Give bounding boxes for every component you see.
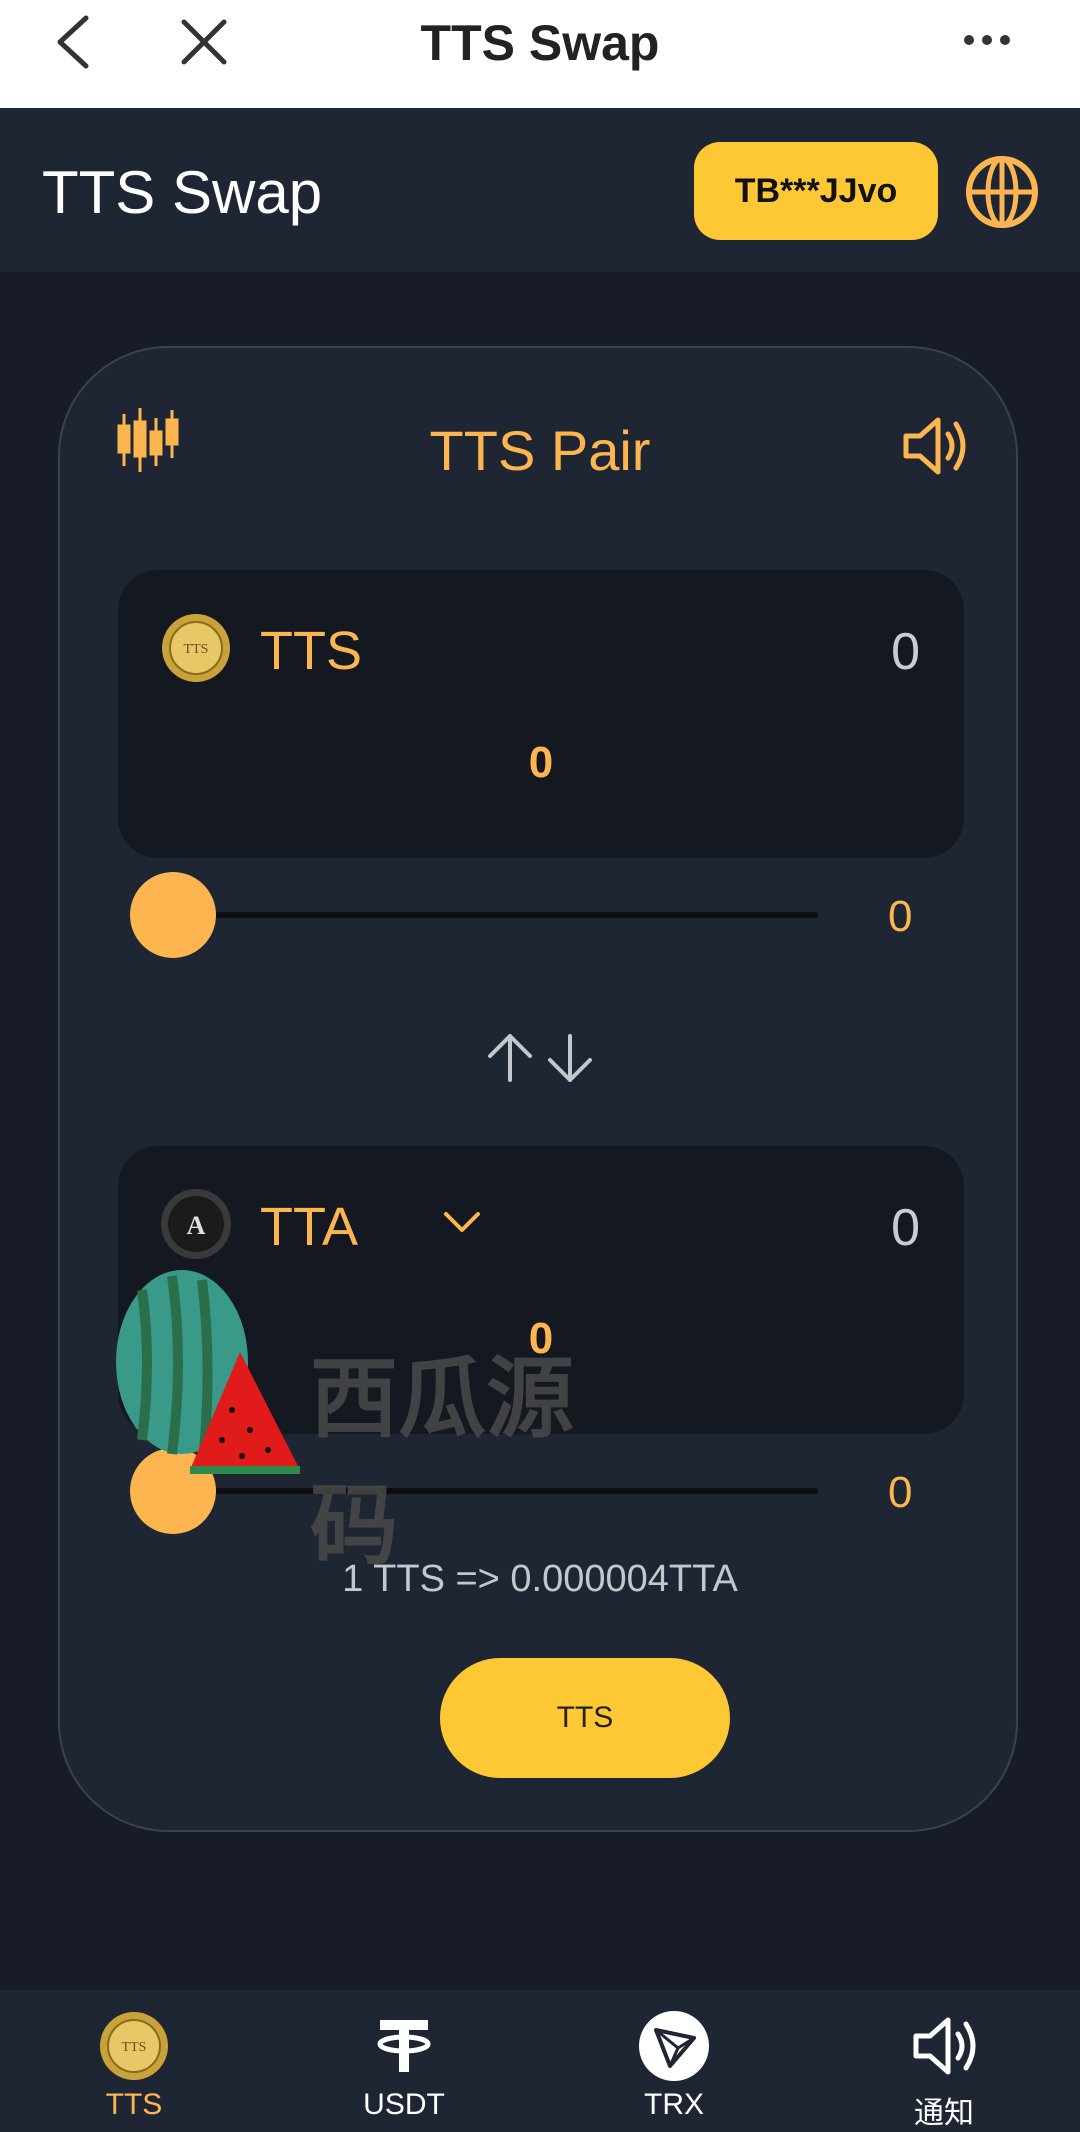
nav-label: USDT	[363, 2088, 445, 2121]
tron-icon	[639, 2011, 709, 2081]
app-brand: TTS Swap	[42, 159, 323, 226]
slider-value: 0	[888, 1468, 913, 1517]
from-token-balance: 0	[891, 623, 920, 681]
nav-label: TRX	[644, 2088, 704, 2121]
pair-title: TTS Pair	[429, 419, 651, 482]
watermelon-logo-icon	[116, 1270, 300, 1474]
swap-direction-icon[interactable]	[484, 1030, 598, 1086]
tts-coin-icon: TTS	[100, 2012, 168, 2080]
swap-card: TTS Pair TTS TTS 0 0 0 A TTA 0 0 0 1 TTS…	[58, 346, 1018, 1832]
more-options-icon[interactable]	[962, 28, 1012, 52]
language-globe-icon[interactable]	[964, 154, 1040, 230]
nav-item-tts[interactable]: TTS TTS	[34, 1990, 234, 2132]
slider-value: 0	[888, 892, 913, 941]
from-token-panel: TTS TTS 0 0	[118, 570, 964, 858]
bottom-nav: TTS TTS USDT TRX 通知	[0, 1990, 1080, 2132]
from-token-amount-input[interactable]: 0	[118, 738, 964, 788]
svg-text:A: A	[187, 1211, 206, 1240]
watermark: 西瓜源码	[72, 1260, 612, 1577]
tether-icon	[377, 2020, 431, 2072]
to-token-name[interactable]: TTA	[260, 1196, 358, 1258]
swap-button[interactable]: TTS	[440, 1658, 730, 1778]
svg-text:TTS: TTS	[184, 642, 209, 657]
browser-topbar: TTS Swap	[0, 0, 1080, 108]
nav-item-usdt[interactable]: USDT	[304, 1990, 504, 2132]
nav-item-trx[interactable]: TRX	[574, 1990, 774, 2132]
chevron-down-icon[interactable]	[442, 1210, 482, 1234]
tta-coin-icon: A	[161, 1189, 231, 1259]
from-token-name: TTS	[260, 621, 362, 681]
nav-item-notifications[interactable]: 通知	[844, 1990, 1044, 2132]
speaker-icon[interactable]	[900, 414, 970, 478]
watermark-text: 西瓜源码	[310, 1347, 575, 1577]
nav-label: 通知	[914, 2097, 974, 2130]
nav-label: TTS	[105, 2088, 163, 2121]
from-amount-slider[interactable]: 0	[130, 872, 960, 962]
browser-title: TTS Swap	[420, 15, 660, 71]
slider-track[interactable]	[190, 912, 818, 918]
to-token-balance: 0	[891, 1199, 920, 1257]
speaker-icon	[913, 2017, 976, 2075]
slider-thumb[interactable]	[130, 872, 216, 958]
wallet-address-button[interactable]: TB***JJvo	[694, 142, 938, 240]
svg-text:TTS: TTS	[122, 2040, 147, 2055]
app-header: TTS Swap TB***JJvo	[0, 108, 1080, 272]
tts-coin-icon: TTS	[162, 614, 230, 682]
